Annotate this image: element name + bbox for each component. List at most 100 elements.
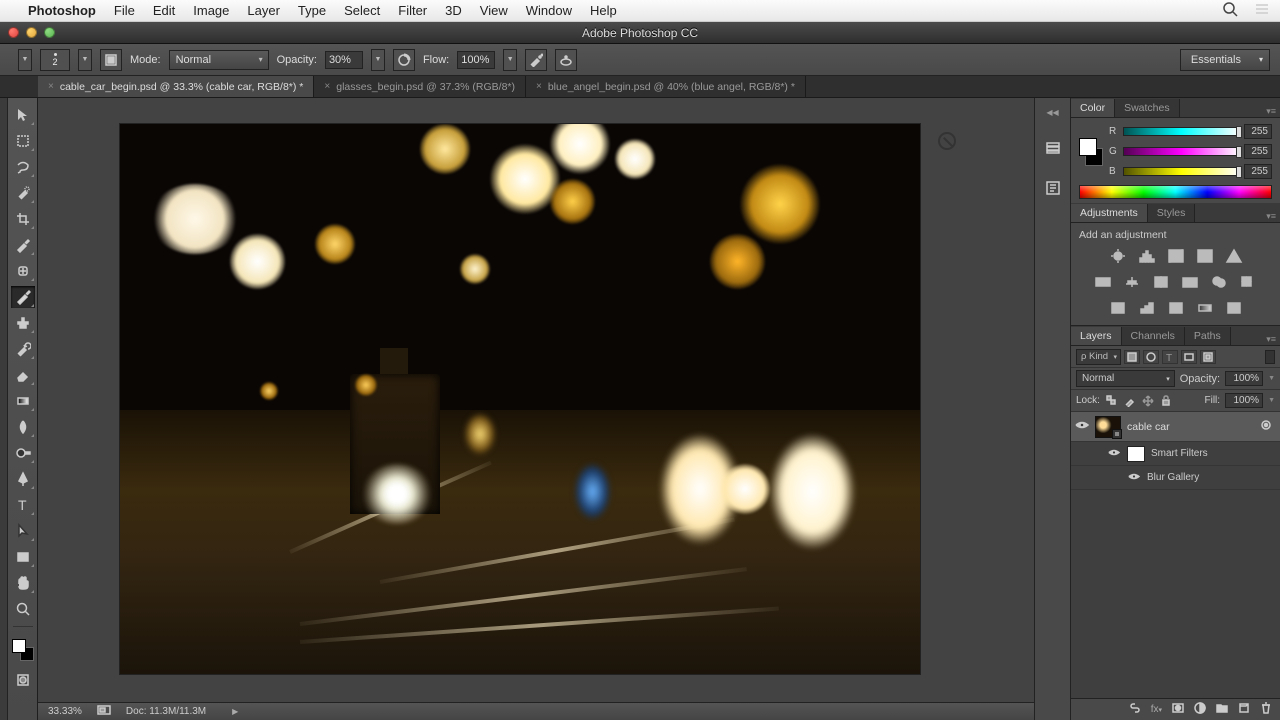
color-swatch[interactable]: [1079, 138, 1103, 166]
hue-sat-icon[interactable]: [1093, 273, 1113, 291]
menu-file[interactable]: File: [114, 3, 135, 18]
quick-mask-toggle[interactable]: [11, 669, 35, 691]
menu-select[interactable]: Select: [344, 3, 380, 18]
menu-layer[interactable]: Layer: [247, 3, 280, 18]
levels-icon[interactable]: [1137, 247, 1157, 265]
menu-3d[interactable]: 3D: [445, 3, 462, 18]
airbrush-icon[interactable]: [525, 49, 547, 71]
left-dock-strip[interactable]: [0, 98, 8, 720]
preview-icon[interactable]: [96, 705, 112, 718]
pen-tool[interactable]: [11, 468, 35, 490]
delete-layer-icon[interactable]: [1260, 702, 1272, 717]
opacity-input[interactable]: 30%: [325, 51, 363, 69]
panel-menu-icon[interactable]: ▾≡: [1262, 106, 1280, 117]
filter-type-icon[interactable]: T: [1162, 350, 1178, 364]
healing-brush-tool[interactable]: [11, 260, 35, 282]
quick-select-tool[interactable]: [11, 182, 35, 204]
invert-icon[interactable]: [1108, 299, 1128, 317]
lock-pixels-icon[interactable]: [1123, 394, 1137, 408]
layer-opacity-input[interactable]: 100%: [1225, 371, 1263, 386]
menu-window[interactable]: Window: [526, 3, 572, 18]
tool-preset-dropdown[interactable]: ▼: [18, 49, 32, 71]
layer-blend-mode[interactable]: Normal: [1076, 370, 1175, 387]
minimize-button[interactable]: [26, 27, 37, 38]
panel-menu-icon[interactable]: ▾≡: [1262, 334, 1280, 345]
close-button[interactable]: [8, 27, 19, 38]
tab-paths[interactable]: Paths: [1185, 327, 1231, 345]
visibility-icon[interactable]: [1107, 448, 1121, 460]
posterize-icon[interactable]: [1137, 299, 1157, 317]
adjustment-layer-icon[interactable]: [1194, 702, 1206, 717]
lasso-tool[interactable]: [11, 156, 35, 178]
doc-size[interactable]: Doc: 11.3M/11.3M: [126, 706, 206, 717]
layer-mask-icon[interactable]: [1172, 702, 1184, 717]
filter-toggle[interactable]: [1265, 350, 1275, 364]
opacity-dropdown-icon[interactable]: ▼: [1268, 375, 1275, 382]
tab-styles[interactable]: Styles: [1148, 204, 1196, 222]
properties-panel-icon[interactable]: [1042, 177, 1064, 199]
gradient-map-icon[interactable]: [1195, 299, 1215, 317]
tab-swatches[interactable]: Swatches: [1115, 99, 1180, 117]
b-value[interactable]: 255: [1244, 164, 1272, 179]
exposure-icon[interactable]: [1195, 247, 1215, 265]
close-icon[interactable]: ×: [324, 81, 330, 92]
eraser-tool[interactable]: [11, 364, 35, 386]
b-slider[interactable]: [1123, 167, 1240, 176]
marquee-tool[interactable]: [11, 130, 35, 152]
channel-mixer-icon[interactable]: [1209, 273, 1229, 291]
zoom-button[interactable]: [44, 27, 55, 38]
hand-tool[interactable]: [11, 572, 35, 594]
notification-center-icon[interactable]: [1254, 1, 1270, 20]
menu-help[interactable]: Help: [590, 3, 617, 18]
document-tab[interactable]: ×blue_angel_begin.psd @ 40% (blue angel,…: [526, 76, 806, 97]
history-brush-tool[interactable]: [11, 338, 35, 360]
r-slider[interactable]: [1123, 127, 1240, 136]
lock-transparency-icon[interactable]: [1105, 394, 1119, 408]
filter-smartobj-icon[interactable]: [1200, 350, 1216, 364]
document-tab[interactable]: ×cable_car_begin.psd @ 33.3% (cable car,…: [38, 76, 314, 97]
document-tab[interactable]: ×glasses_begin.psd @ 37.3% (RGB/8*): [314, 76, 526, 97]
filter-pixel-icon[interactable]: [1124, 350, 1140, 364]
layer-style-icon[interactable]: fx▾: [1151, 704, 1162, 715]
foreground-background-swatch[interactable]: [12, 639, 34, 661]
clone-stamp-tool[interactable]: [11, 312, 35, 334]
close-icon[interactable]: ×: [536, 81, 542, 92]
zoom-tool[interactable]: [11, 598, 35, 620]
lock-position-icon[interactable]: [1141, 394, 1155, 408]
workspace-switcher[interactable]: Essentials: [1180, 49, 1270, 71]
filter-mask-thumbnail[interactable]: [1127, 446, 1145, 462]
photo-filter-icon[interactable]: [1180, 273, 1200, 291]
app-menu[interactable]: Photoshop: [28, 3, 96, 18]
close-icon[interactable]: ×: [48, 81, 54, 92]
color-spectrum[interactable]: [1079, 185, 1272, 199]
menu-type[interactable]: Type: [298, 3, 326, 18]
gradient-tool[interactable]: [11, 390, 35, 412]
brush-tool[interactable]: [11, 286, 35, 308]
filter-shape-icon[interactable]: [1181, 350, 1197, 364]
path-select-tool[interactable]: [11, 520, 35, 542]
rectangle-tool[interactable]: [11, 546, 35, 568]
pressure-size-icon[interactable]: [555, 49, 577, 71]
tab-color[interactable]: Color: [1071, 99, 1115, 117]
brightness-contrast-icon[interactable]: [1108, 247, 1128, 265]
menu-filter[interactable]: Filter: [398, 3, 427, 18]
filter-kind-select[interactable]: ρ Kind: [1076, 349, 1121, 365]
selective-color-icon[interactable]: [1224, 299, 1244, 317]
smart-filter-visibility-icon[interactable]: [1260, 419, 1272, 434]
layer-row[interactable]: cable car: [1071, 412, 1280, 442]
pressure-opacity-icon[interactable]: [393, 49, 415, 71]
blend-mode-select[interactable]: Normal: [169, 50, 269, 70]
opacity-dropdown[interactable]: ▼: [371, 49, 385, 71]
color-lookup-icon[interactable]: [1238, 273, 1258, 291]
brush-preset-picker[interactable]: 2: [40, 49, 70, 71]
lock-all-icon[interactable]: [1159, 394, 1173, 408]
smart-filters-row[interactable]: Smart Filters: [1071, 442, 1280, 466]
blur-tool[interactable]: [11, 416, 35, 438]
brush-panel-toggle-icon[interactable]: [100, 49, 122, 71]
brush-preset-dropdown[interactable]: ▼: [78, 49, 92, 71]
tab-adjustments[interactable]: Adjustments: [1071, 204, 1148, 222]
color-balance-icon[interactable]: [1122, 273, 1142, 291]
eyedropper-tool[interactable]: [11, 234, 35, 256]
spotlight-icon[interactable]: [1222, 1, 1238, 20]
filter-entry-row[interactable]: Blur Gallery: [1071, 466, 1280, 490]
